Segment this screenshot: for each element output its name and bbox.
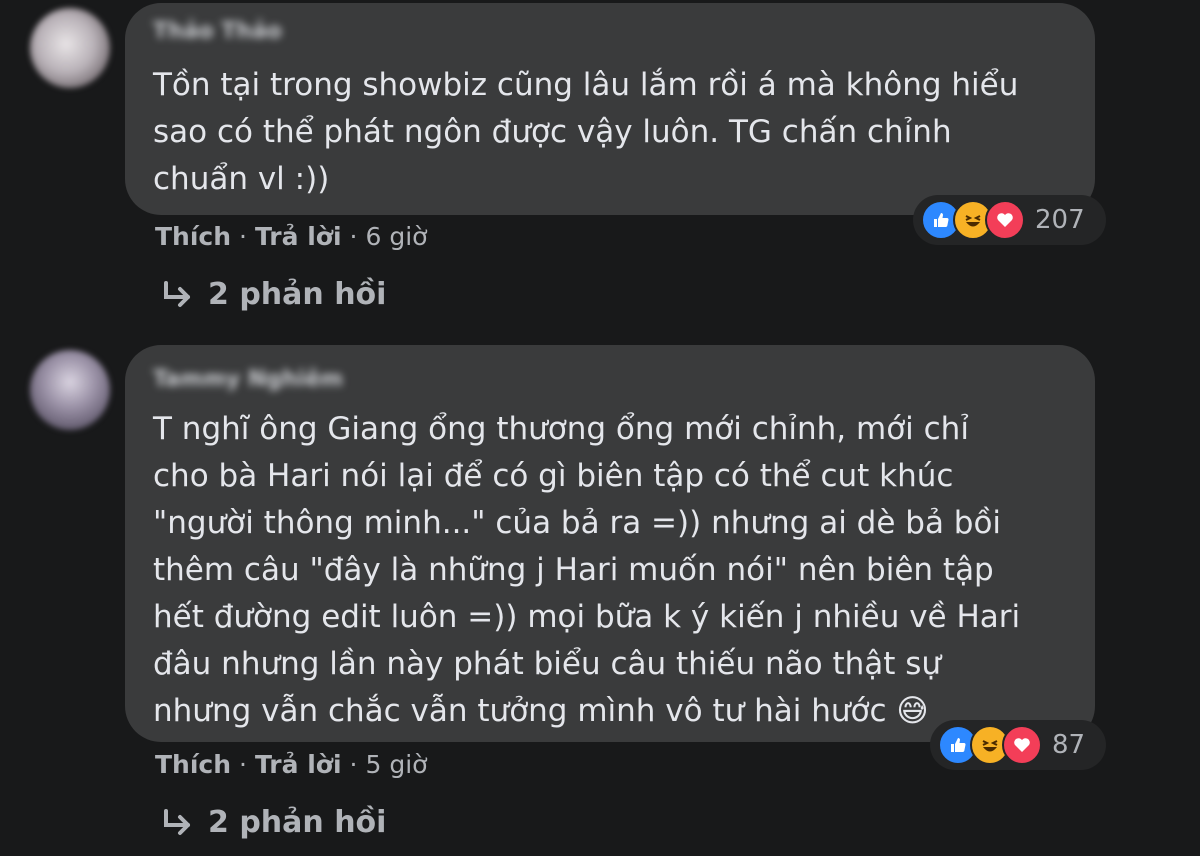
reactions-summary[interactable]: 87 bbox=[930, 720, 1106, 770]
reply-arrow-icon bbox=[164, 280, 190, 307]
view-replies-button[interactable]: 2 phản hồi bbox=[160, 805, 386, 840]
like-button[interactable]: Thích bbox=[155, 750, 231, 779]
comment-actions: Thích · Trả lời · 6 giờ bbox=[155, 222, 427, 251]
comment-time[interactable]: 5 giờ bbox=[365, 750, 427, 779]
comment-bubble: Thảo Thảo Tồn tại trong showbiz cũng lâu… bbox=[125, 3, 1095, 215]
comment-text: T nghĩ ông Giang ổng thương ổng mới chỉn… bbox=[153, 411, 1021, 729]
reply-button[interactable]: Trả lời bbox=[255, 222, 342, 251]
separator: · bbox=[239, 222, 247, 251]
avatar[interactable] bbox=[30, 350, 110, 430]
comment-author[interactable]: Tammy Nghiêm bbox=[153, 367, 343, 392]
reactions-summary[interactable]: 207 bbox=[913, 195, 1106, 245]
separator: · bbox=[349, 222, 358, 251]
reaction-count: 207 bbox=[1035, 205, 1085, 235]
comment-time[interactable]: 6 giờ bbox=[365, 222, 427, 251]
comment-actions: Thích · Trả lời · 5 giờ bbox=[155, 750, 427, 779]
love-icon bbox=[1002, 725, 1042, 765]
reply-arrow-icon bbox=[164, 808, 190, 835]
reply-button[interactable]: Trả lời bbox=[255, 750, 342, 779]
replies-label: 2 phản hồi bbox=[208, 277, 387, 312]
comment-author[interactable]: Thảo Thảo bbox=[153, 19, 282, 44]
separator: · bbox=[349, 750, 358, 779]
comment-text: Tồn tại trong showbiz cũng lâu lắm rồi á… bbox=[153, 67, 1019, 197]
like-button[interactable]: Thích bbox=[155, 222, 231, 251]
separator: · bbox=[239, 750, 247, 779]
reaction-count: 87 bbox=[1052, 730, 1086, 760]
comment-bubble: Tammy Nghiêm T nghĩ ông Giang ổng thương… bbox=[125, 345, 1095, 742]
love-icon bbox=[985, 200, 1025, 240]
avatar[interactable] bbox=[30, 8, 110, 88]
view-replies-button[interactable]: 2 phản hồi bbox=[160, 277, 386, 312]
replies-label: 2 phản hồi bbox=[208, 805, 387, 840]
